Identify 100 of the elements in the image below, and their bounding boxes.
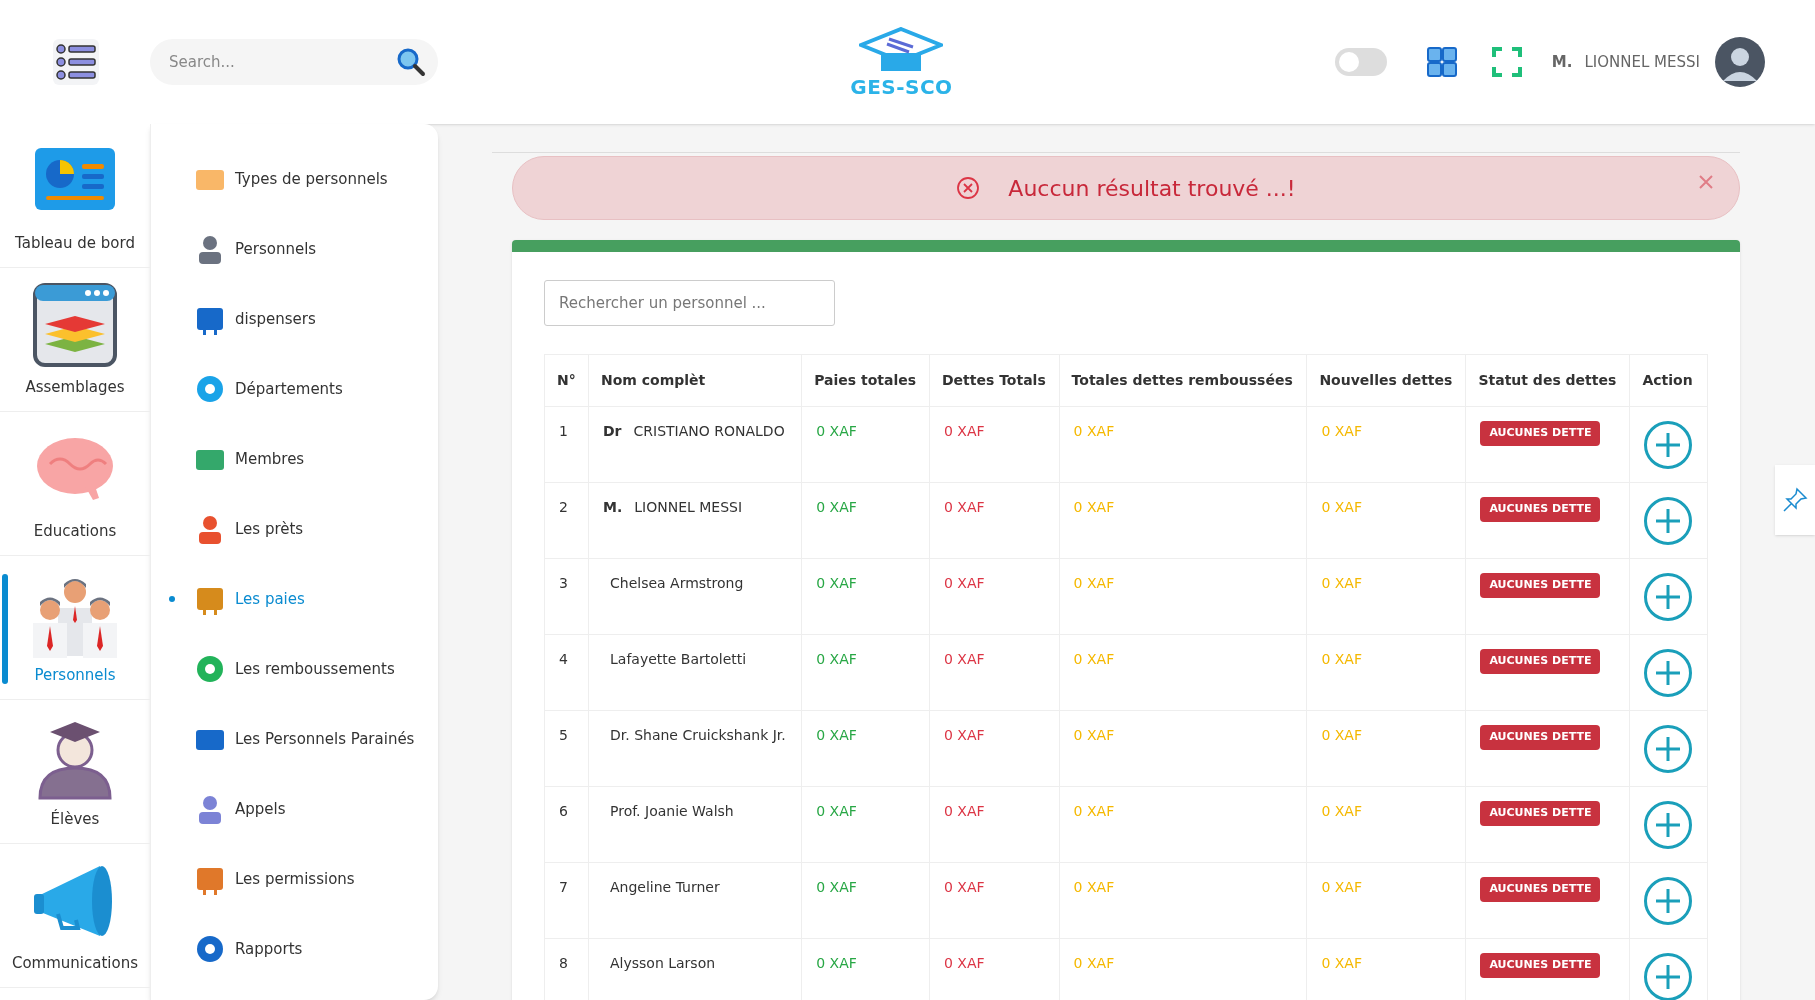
add-button[interactable] — [1644, 725, 1693, 773]
alert-message: Auccun résultat trouvé ...! — [1008, 174, 1296, 203]
add-button[interactable] — [1644, 649, 1693, 697]
amount-cell: 0 XAF — [1059, 786, 1307, 863]
amount-cell: 0 XAF — [1059, 862, 1307, 939]
amount-cell: 0 XAF — [1306, 786, 1466, 863]
plus-icon — [1655, 812, 1682, 838]
table-cell: 1 — [544, 406, 589, 483]
person-name: Prof. Joanie Walsh — [610, 803, 734, 819]
column-header: N° — [544, 354, 589, 407]
sidebar-item[interactable]: Tableau de bord — [0, 124, 150, 268]
table-cell: 2 — [544, 482, 589, 559]
plus-icon — [1655, 736, 1682, 762]
submenu-item[interactable]: Les permissions — [169, 844, 438, 914]
submenu-item[interactable]: Les remboussements — [169, 634, 438, 704]
amount-cell: 0 XAF — [929, 406, 1060, 483]
sidebar-item[interactable]: Communications — [0, 844, 150, 988]
amount-cell: 0 XAF — [1059, 558, 1307, 635]
person-name: Chelsea Armstrong — [610, 575, 744, 591]
submenu-item[interactable]: Membres — [169, 424, 438, 494]
table-cell: 8 — [544, 938, 589, 1000]
theme-toggle[interactable] — [1334, 48, 1387, 76]
avatar[interactable] — [1715, 37, 1765, 87]
pin-button[interactable] — [1775, 465, 1815, 535]
amount-cell: 0 XAF — [929, 634, 1060, 711]
person-name: LIONNEL MESSI — [634, 499, 743, 515]
status-badge: AUCUNES DETTE — [1480, 725, 1601, 750]
name-title: Dr — [603, 423, 622, 439]
submenu-item[interactable]: Les Personnels Parainés — [169, 704, 438, 774]
user-title: M. — [1551, 51, 1573, 73]
submenu-item[interactable]: Les paies — [169, 564, 438, 634]
table-cell: 5 — [544, 710, 589, 787]
person-name: Lafayette Bartoletti — [610, 651, 747, 667]
status-badge: AUCUNES DETTE — [1480, 877, 1601, 902]
status-badge: AUCUNES DETTE — [1480, 421, 1601, 446]
pin-icon — [1782, 487, 1808, 513]
amount-cell: 0 XAF — [801, 406, 930, 483]
column-header: Nouvelles dettes — [1306, 354, 1466, 407]
add-button[interactable] — [1644, 573, 1693, 621]
user-name: LIONNEL MESSI — [1584, 51, 1700, 73]
amount-cell: 0 XAF — [929, 710, 1060, 787]
person-name: Alysson Larson — [610, 955, 716, 971]
submenu-item[interactable]: Types de personnels — [169, 144, 438, 214]
person-name: CRISTIANO RONALDO — [633, 423, 785, 439]
amount-cell: 0 XAF — [929, 786, 1060, 863]
submenu-item[interactable]: Rapports — [169, 914, 438, 984]
close-icon[interactable] — [1699, 175, 1713, 189]
amount-cell: 0 XAF — [1306, 634, 1466, 711]
amount-cell: 0 XAF — [801, 558, 930, 635]
plus-icon — [1655, 660, 1682, 686]
menu-icon — [51, 37, 101, 87]
column-header: Paies totales — [801, 354, 930, 407]
submenu-item[interactable]: Personnels — [169, 214, 438, 284]
sidebar-item[interactable]: Assemblages — [0, 268, 150, 412]
logo-text: GES-SCO — [850, 77, 953, 97]
search-icon[interactable] — [396, 47, 426, 77]
amount-cell: 0 XAF — [1306, 862, 1466, 939]
status-badge: AUCUNES DETTE — [1480, 573, 1601, 598]
amount-cell: 0 XAF — [801, 710, 930, 787]
column-header: Statut des dettes — [1465, 354, 1630, 407]
status-badge: AUCUNES DETTE — [1480, 497, 1601, 522]
add-button[interactable] — [1644, 801, 1693, 849]
add-button[interactable] — [1644, 877, 1693, 925]
table-cell: 6 — [544, 786, 589, 863]
amount-cell: 0 XAF — [929, 862, 1060, 939]
menu-button[interactable] — [50, 36, 102, 88]
error-icon — [956, 176, 981, 200]
amount-cell: 0 XAF — [801, 786, 930, 863]
amount-cell: 0 XAF — [1306, 710, 1466, 787]
submenu-item[interactable]: Départements — [169, 354, 438, 424]
add-button[interactable] — [1644, 953, 1693, 1000]
column-header: Action — [1629, 354, 1708, 407]
amount-cell: 0 XAF — [801, 862, 930, 939]
column-header: Nom complèt — [588, 354, 802, 407]
submenu-item[interactable]: dispensers — [169, 284, 438, 354]
sidebar-item[interactable]: Educations — [0, 412, 150, 556]
personnel-search-field[interactable]: Rechercher un personnel ... — [544, 280, 835, 326]
amount-cell: 0 XAF — [929, 558, 1060, 635]
sidebar-item[interactable]: Personnels — [0, 556, 150, 700]
status-badge: AUCUNES DETTE — [1480, 953, 1601, 978]
plus-icon — [1655, 888, 1682, 914]
table-cell: 4 — [544, 634, 589, 711]
search-field[interactable]: Search... — [150, 39, 438, 85]
submenu-item[interactable]: Appels — [169, 774, 438, 844]
amount-cell: 0 XAF — [1059, 406, 1307, 483]
grid-icon[interactable] — [1426, 47, 1457, 77]
status-badge: AUCUNES DETTE — [1480, 649, 1601, 674]
submenu-item[interactable]: Les prèts — [169, 494, 438, 564]
sidebar-item[interactable]: Élèves — [0, 700, 150, 844]
plus-icon — [1655, 432, 1682, 458]
fullscreen-icon[interactable] — [1491, 47, 1522, 77]
amount-cell: 0 XAF — [1306, 558, 1466, 635]
add-button[interactable] — [1644, 497, 1693, 545]
add-button[interactable] — [1644, 421, 1693, 469]
column-header: Totales dettes remboussées — [1059, 354, 1307, 407]
plus-icon — [1655, 584, 1682, 610]
plus-icon — [1655, 508, 1682, 534]
amount-cell: 0 XAF — [1306, 406, 1466, 483]
table-cell: 3 — [544, 558, 589, 635]
person-name: Dr. Shane Cruickshank Jr. — [610, 727, 786, 743]
